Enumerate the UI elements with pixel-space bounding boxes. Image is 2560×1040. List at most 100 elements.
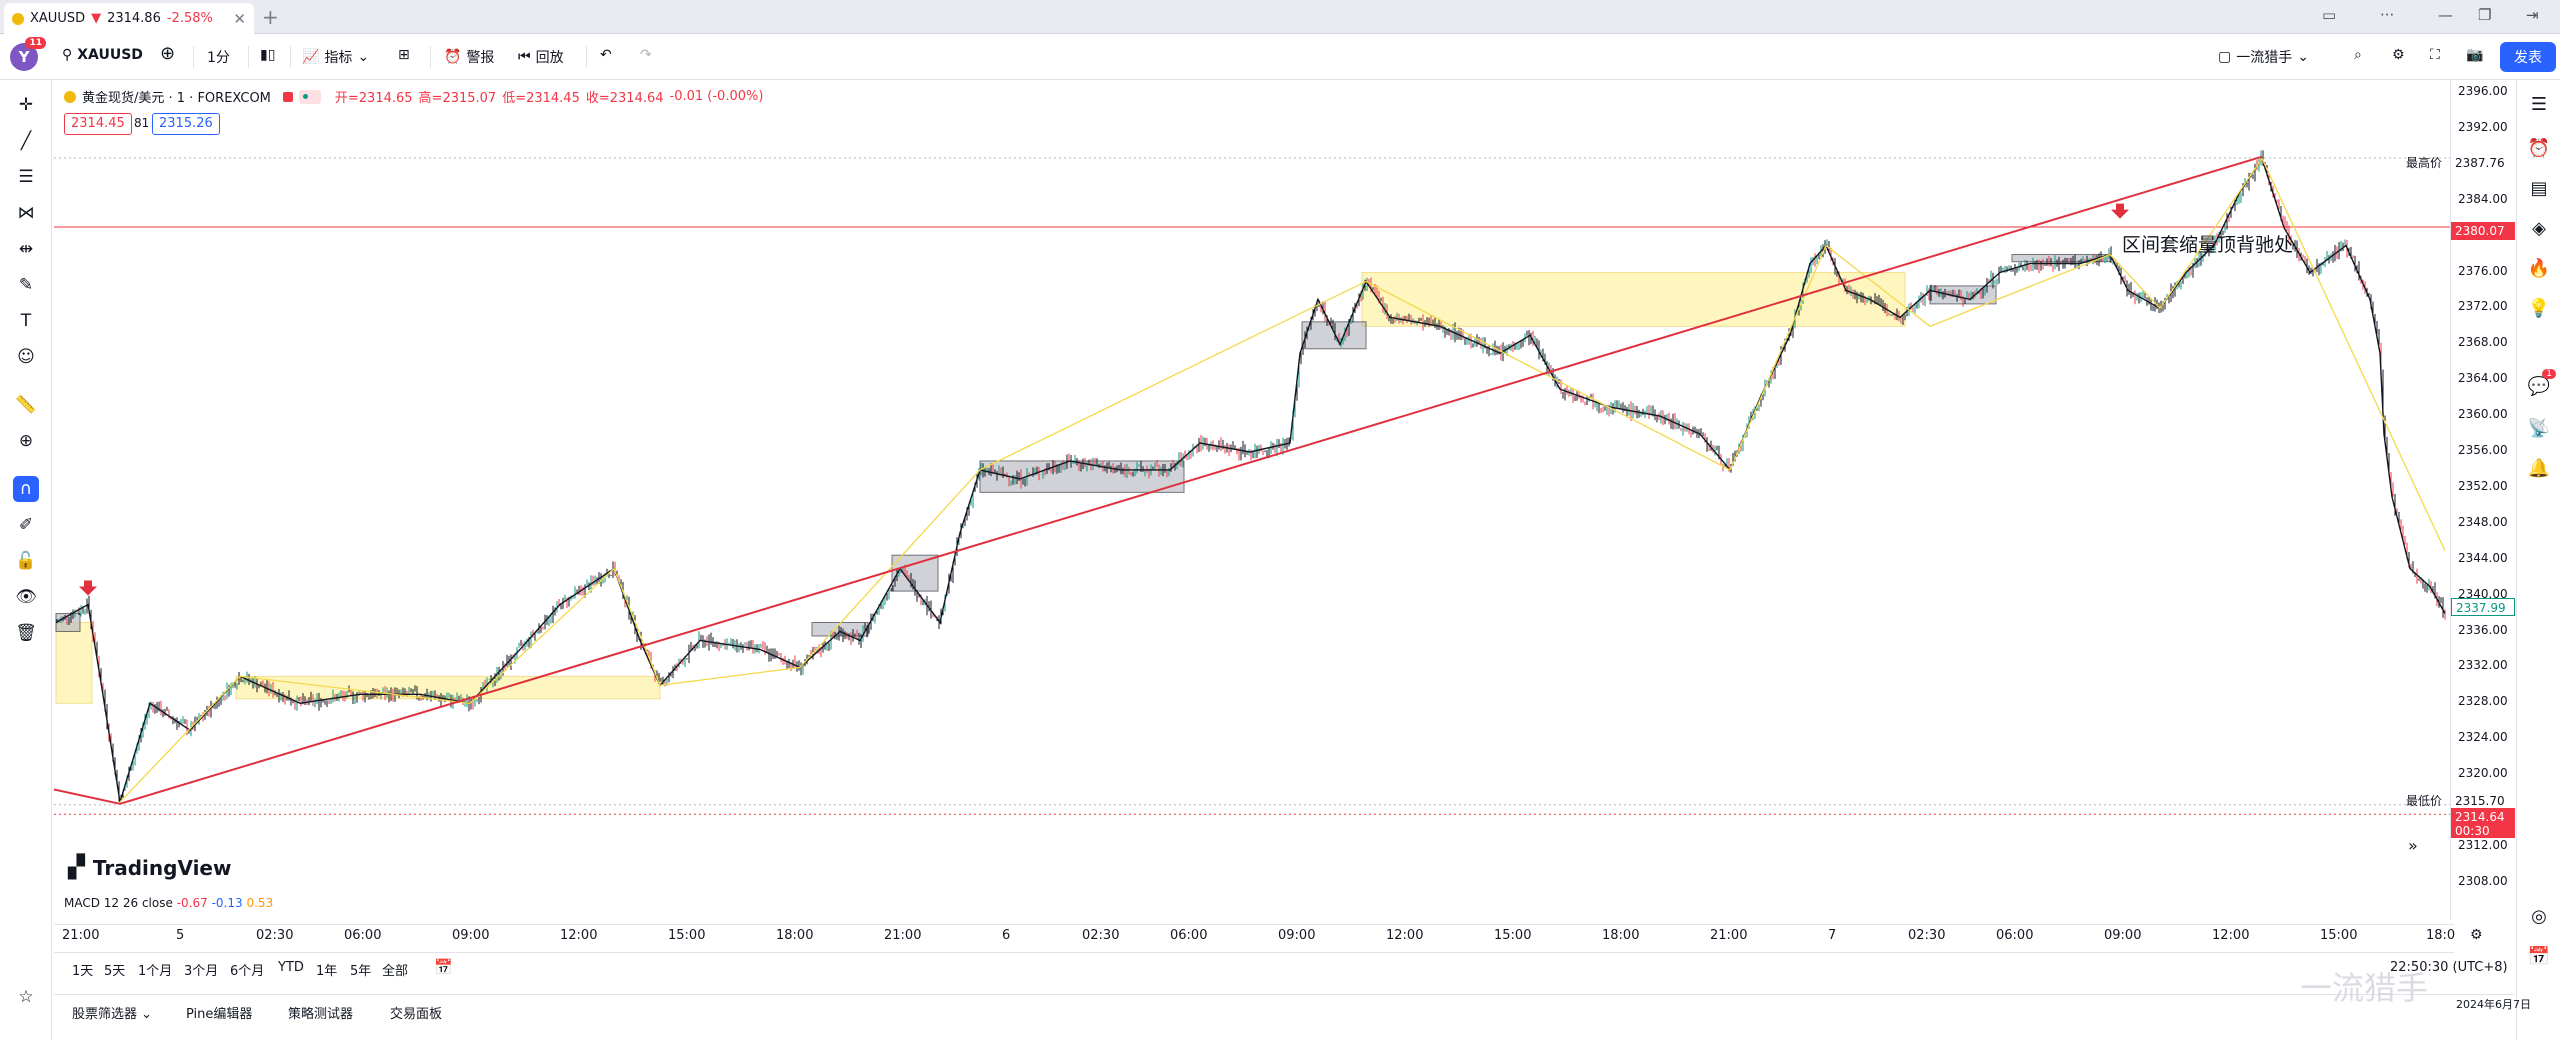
close-tab-icon[interactable]: ✕ [233, 10, 246, 28]
scroll-right-icon[interactable]: » [2408, 836, 2418, 855]
last-price-value: 2337.99 [2451, 598, 2515, 616]
time-tick: 12:00 [2212, 928, 2250, 943]
price-tick: 2396.00 [2458, 84, 2508, 98]
range-button[interactable]: 5天 [104, 960, 125, 979]
yellow-zone [55, 622, 93, 704]
market-status-icon [282, 91, 293, 102]
hotlist-icon[interactable]: 🔥 [2527, 256, 2551, 280]
consolidation-box [811, 622, 869, 637]
magnet-icon[interactable]: ∩ [13, 476, 39, 502]
lock-drawing-icon[interactable]: ✐ [13, 512, 39, 538]
settings-icon[interactable]: ⚙ [2392, 47, 2405, 63]
range-button[interactable]: 3个月 [184, 960, 218, 979]
range-button[interactable]: YTD [278, 960, 304, 975]
range-button[interactable]: 5年 [350, 960, 371, 979]
target-icon[interactable]: ◎ [2527, 904, 2551, 928]
camera-icon[interactable]: 📷 [2466, 47, 2483, 63]
watchlist-icon[interactable]: ☰ [2527, 92, 2551, 116]
bid-price[interactable]: 2314.45 [64, 113, 132, 135]
range-button[interactable]: 1天 [72, 960, 93, 979]
emoji-icon[interactable]: ☺ [13, 344, 39, 370]
macd-label: MACD 12 26 close [64, 896, 173, 910]
redo-icon[interactable]: ↷ [640, 47, 652, 63]
divider [290, 46, 291, 68]
bottom-tab[interactable]: 策略测试器 [288, 1003, 353, 1022]
time-tick: 09:00 [1278, 928, 1316, 943]
ideas-icon[interactable]: 💡 [2527, 296, 2551, 320]
lock-icon[interactable]: 🔓 [13, 548, 39, 574]
alarm-clock-icon[interactable]: ⏰ [2527, 136, 2551, 160]
time-tick: 21:00 [884, 928, 922, 943]
time-axis[interactable] [54, 924, 2454, 948]
yellow-zone [1361, 271, 1906, 327]
avatar[interactable]: Y 11 [10, 37, 46, 71]
publish-button[interactable]: 发表 [2500, 42, 2556, 72]
alerts-button[interactable]: ⏰ 警报 [444, 47, 494, 67]
alerts-label: 警报 [466, 50, 495, 66]
screen-icon[interactable]: ▭ [2322, 6, 2336, 24]
low-price-label: 最低价 [2406, 794, 2443, 808]
axis-settings-icon[interactable]: ⚙ [2470, 927, 2483, 943]
ask-price[interactable]: 2315.26 [152, 113, 220, 135]
layout-button[interactable]: ▢ 一流猎手 ⌄ [2218, 47, 2309, 67]
templates-icon[interactable]: ⊞ [398, 47, 410, 63]
new-tab-icon[interactable]: + [262, 5, 279, 29]
compare-add-icon[interactable]: ⊕ [160, 43, 175, 64]
range-button[interactable]: 全部 [382, 960, 408, 979]
tradingview-logo[interactable]: ▞ TradingView [68, 855, 231, 880]
instrument-title[interactable]: 黄金现货/美元 · 1 · FOREXCOM [82, 87, 271, 106]
bottom-tab[interactable]: 股票筛选器 ⌄ [72, 1003, 152, 1022]
bottom-tab[interactable]: Pine编辑器 [186, 1003, 252, 1022]
exit-icon[interactable]: ⇥ [2526, 6, 2539, 24]
layers-icon[interactable]: ◈ [2527, 216, 2551, 240]
range-button[interactable]: 1个月 [138, 960, 172, 979]
text-icon[interactable]: T [13, 308, 39, 334]
brush-icon[interactable]: ✎ [13, 272, 39, 298]
search-icon: ⚲ [62, 47, 73, 63]
pattern-icon[interactable]: ⋈ [13, 200, 39, 226]
restore-icon[interactable]: ❐ [2478, 6, 2491, 24]
forecast-icon[interactable]: ⇹ [13, 236, 39, 262]
price-tick: 2352.00 [2458, 478, 2508, 493]
current-price-value: 2314.64 [2455, 810, 2505, 824]
minimize-icon[interactable]: — [2438, 6, 2453, 24]
trendline-icon[interactable]: ╱ [13, 128, 39, 154]
price-tick: 2372.00 [2458, 299, 2508, 314]
calendar-icon[interactable]: 📅 [2527, 944, 2551, 968]
star-icon[interactable]: ☆ [13, 984, 39, 1010]
candles-icon[interactable]: ▮▯ [260, 47, 275, 63]
ruler-icon[interactable]: 📏 [13, 392, 39, 418]
bell-icon[interactable]: 🔔 [2527, 456, 2551, 480]
replay-button[interactable]: ⏮ 回放 [518, 47, 564, 67]
high-price-value: 2387.76 [2451, 154, 2515, 172]
data-window-icon[interactable]: ▤ [2527, 176, 2551, 200]
crosshair-icon[interactable]: ✛ [13, 92, 39, 118]
time-tick: 06:00 [344, 928, 382, 943]
trash-icon[interactable]: 🗑 [13, 620, 39, 646]
price-tick: 2332.00 [2458, 658, 2508, 673]
ohlc-close: 收=2314.64 [585, 91, 664, 106]
avatar-letter: Y [18, 48, 30, 66]
fib-icon[interactable]: ☰ [13, 164, 39, 190]
indicators-button[interactable]: 📈 指标 ⌄ [302, 47, 369, 67]
broadcast-icon[interactable]: 📡 [2527, 416, 2551, 440]
zoom-in-icon[interactable]: ⊕ [13, 428, 39, 454]
chat-icon[interactable]: 💬 1 [2527, 369, 2556, 398]
goto-date-icon[interactable]: 📅 [434, 958, 453, 976]
bottom-tab[interactable]: 交易面板 [390, 1003, 442, 1022]
quick-search-icon[interactable]: ⌕ [2354, 47, 2362, 63]
price-chart[interactable] [54, 80, 2450, 920]
divider [586, 46, 587, 68]
time-tick: 5 [176, 928, 185, 943]
range-button[interactable]: 1年 [316, 960, 337, 979]
symbol-search[interactable]: ⚲ XAUUSD [62, 47, 143, 63]
symbol-tab[interactable]: XAUUSD ▼ 2314.86 -2.58% ✕ [4, 3, 254, 34]
more-icon[interactable]: ··· [2380, 6, 2394, 24]
range-button[interactable]: 6个月 [230, 960, 264, 979]
ohlc-change: -0.01 (-0.00%) [669, 89, 764, 104]
annotation-text[interactable]: 区间套缩量顶背驰处 [2122, 230, 2293, 257]
fullscreen-icon[interactable]: ⛶ [2430, 47, 2440, 63]
undo-icon[interactable]: ↶ [600, 47, 612, 63]
eye-icon[interactable]: 👁 [13, 584, 39, 610]
interval-button[interactable]: 1分 [207, 47, 230, 67]
